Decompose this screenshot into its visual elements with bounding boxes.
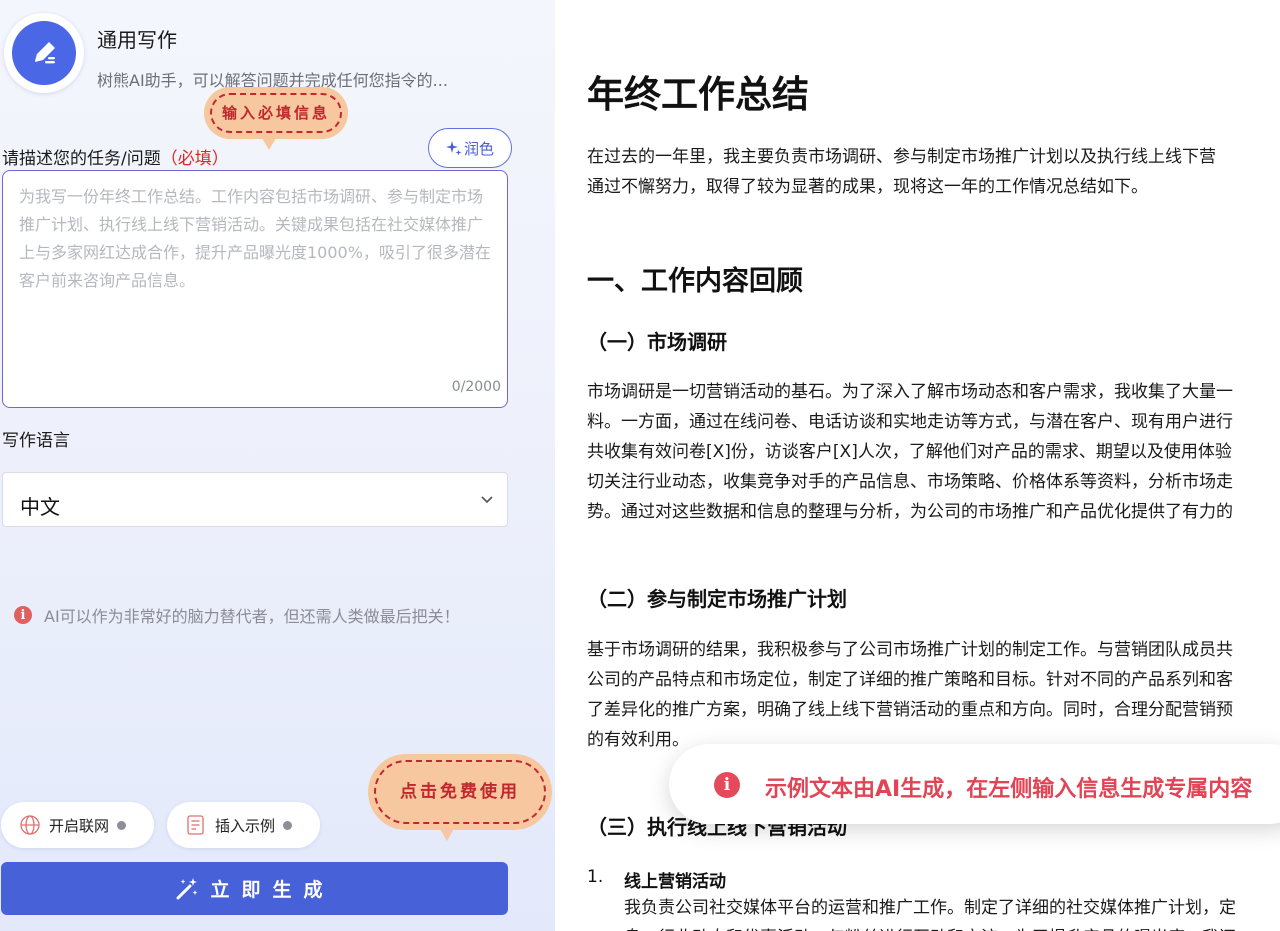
body-line: 共收集有效问卷[X]份，访谈客户[X]人次，了解他们对产品的需求、期望以及使用体… [587,442,1232,462]
language-value: 中文 [20,495,60,519]
list-number: 1. [587,867,604,887]
language-select[interactable]: 中文 [2,472,508,527]
section-heading: 一、工作内容回顾 [587,266,803,297]
body-line: 了差异化的推广方案，明确了线上线下营销活动的重点和方向。同时，合理分配营销预 [587,700,1233,720]
subsection-heading: （一）市场调研 [587,330,727,354]
app-title: 通用写作 [97,28,177,52]
pencil-icon [12,21,76,85]
ai-tip: i AI可以作为非常好的脑力替代者，但还需人类做最后把关！ [14,603,460,627]
app-avatar [4,13,84,93]
generate-label: 立即生成 [210,879,335,901]
task-input[interactable] [3,171,507,371]
body-line: 基于市场调研的结果，我积极参与了公司市场推广计划的制定工作。与营销团队成员共 [587,640,1233,660]
body-line: 市场调研是一切营销活动的基石。为了深入了解市场动态和客户需求，我收集了大量一 [587,382,1233,402]
use-hint-text: 点击免费使用 [400,782,520,802]
language-label: 写作语言 [2,431,70,451]
body-line: 势。通过对这些数据和信息的整理与分析，为公司的市场推广和产品优化提供了有力的 [587,502,1233,522]
body-line: 切关注行业动态，收集竞争对手的产品信息、市场策略、价格体系等资料，分析市场走 [587,472,1233,492]
body-line: 公司的产品特点和市场定位，制定了详细的推广策略和目标。针对不同的产品系列和客 [587,670,1233,690]
input-hint-bubble: 输入必填信息 [204,87,348,150]
ai-sample-toast: i 示例文本由AI生成，在左侧输入信息生成专属内容 [669,744,1280,824]
subsection-heading: （二）参与制定市场推广计划 [587,587,847,611]
info-icon: i [14,606,32,624]
polish-button[interactable]: 润色 [428,128,512,168]
polish-label: 润色 [463,139,494,158]
input-panel: 通用写作 树熊AI助手，可以解答问题并完成任何您指令的... 请描述您的任务/问… [0,0,555,931]
body-line: 息、行业动态和优惠活动，与粉丝进行互动和交流，为了提升产品的曝光度，我还 [624,923,1236,931]
insert-example-label: 插入示例 [215,816,276,835]
magic-wand-icon [176,877,198,899]
document-title: 年终工作总结 [587,73,809,116]
task-input-box: 0/2000 [2,170,508,408]
char-counter: 0/2000 [451,379,501,395]
use-hint-bubble: 点击免费使用 [368,754,552,841]
input-hint-text: 输入必填信息 [221,104,330,122]
toggle-status-dot [283,820,293,830]
info-icon: i [714,772,740,798]
body-line: 料。一方面，通过在线问卷、电话访谈和实地走访等方式，与潜在客户、现有用户进行 [587,412,1233,432]
toggle-status-dot [117,820,127,830]
sparkle-icon [445,141,462,156]
body-line: 的有效利用。 [587,730,689,750]
intro-line: 在过去的一年里，我主要负责市场调研、参与制定市场推广计划以及执行线上线下营 [587,147,1216,167]
generate-button[interactable]: 立即生成 [1,862,508,915]
insert-example-toggle[interactable]: 插入示例 [167,802,320,848]
body-line: 我负责公司社交媒体平台的运营和推广工作。制定了详细的社交媒体推广计划，定 [624,898,1236,918]
required-marker: （必填） [160,149,229,169]
web-search-toggle[interactable]: 开启联网 [1,802,154,848]
list-item-title: 线上营销活动 [624,872,726,892]
intro-line: 通过不懈努力，取得了较为显著的成果，现将这一年的工作情况总结如下。 [587,177,1148,197]
globe-icon [20,815,40,835]
toast-text: 示例文本由AI生成，在左侧输入信息生成专属内容 [765,777,1253,802]
document-icon [187,815,204,835]
chevron-down-icon [481,496,493,504]
web-search-label: 开启联网 [49,816,110,835]
tip-text: AI可以作为非常好的脑力替代者，但还需人类做最后把关！ [44,607,460,626]
task-label: 请描述您的任务/问题（必填） [2,149,229,169]
